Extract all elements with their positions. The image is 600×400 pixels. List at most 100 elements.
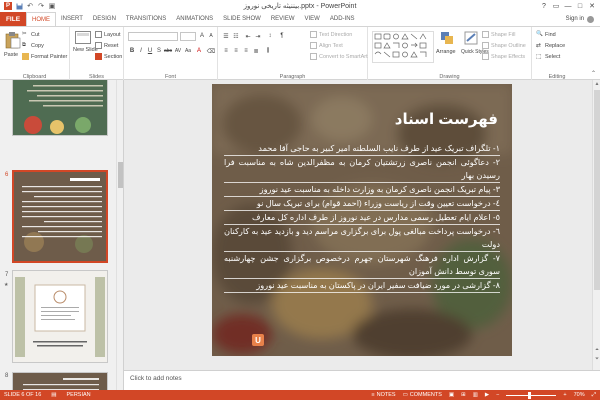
help-icon[interactable]: ? (538, 0, 550, 12)
shape-effects-button[interactable]: Shape Effects (482, 53, 525, 60)
new-slide-icon[interactable] (75, 31, 91, 47)
slide-thumbnail[interactable] (12, 80, 108, 136)
align-left-icon[interactable]: ≡ (222, 47, 230, 55)
slide-thumbnail[interactable] (12, 270, 108, 363)
tab-animations[interactable]: ANIMATIONS (171, 12, 218, 26)
paste-icon[interactable] (5, 31, 21, 49)
section-button[interactable]: Section (95, 53, 122, 60)
zoom-out-icon[interactable]: − (496, 392, 499, 398)
arrange-icon[interactable] (440, 31, 456, 47)
fit-slide-icon[interactable]: ⤢ (592, 392, 596, 399)
shapes-gallery[interactable] (372, 31, 434, 63)
thumbnail-scroll-thumb[interactable] (118, 162, 123, 188)
find-button[interactable]: 🔍 Find (536, 31, 556, 38)
select-button[interactable]: ⬚ Select (536, 53, 560, 61)
spellcheck-icon[interactable]: ▤ (51, 392, 56, 398)
slide-list-item: ٥- اعلام ایام تعطیل رسمی مدارس در عید نو… (224, 211, 500, 225)
tab-transitions[interactable]: TRANSITIONS (121, 12, 171, 26)
text-direction-button[interactable]: Text Direction (310, 31, 352, 38)
change-case-button[interactable]: Aa (184, 47, 192, 55)
slide-sorter-icon[interactable]: ⊞ (461, 392, 466, 398)
convert-smartart-button[interactable]: Convert to SmartArt (310, 53, 368, 60)
rtl-icon[interactable]: ¶ (278, 32, 286, 40)
slideshow-icon[interactable]: ▶ (485, 392, 489, 398)
shape-fill-button[interactable]: Shape Fill (482, 31, 515, 38)
shrink-font-icon[interactable]: A (207, 32, 215, 40)
paste-button[interactable]: Paste (4, 52, 18, 58)
slide-number: 8 (5, 373, 9, 379)
ribbon-display-icon[interactable]: ▭ (550, 0, 562, 12)
bold-button[interactable]: B (128, 47, 136, 55)
clear-formatting-icon[interactable]: ⌫ (207, 47, 215, 55)
font-color-button[interactable]: A (195, 47, 203, 55)
grow-font-icon[interactable]: A (198, 32, 206, 40)
slide-thumbnail[interactable] (12, 372, 108, 390)
slide-thumbnail-active[interactable] (12, 170, 108, 263)
tab-slide-show[interactable]: SLIDE SHOW (218, 12, 266, 26)
copy-button[interactable]: ⧉ Copy (22, 42, 44, 49)
zoom-slider-knob[interactable] (528, 391, 532, 399)
next-slide-icon[interactable]: ⏷ (593, 355, 600, 363)
slide-content-list[interactable]: ۱- تلگراف تبریک عید از طرف نایب السلطنه … (224, 142, 500, 293)
align-text-button[interactable]: Align Text (310, 42, 343, 49)
comments-toggle[interactable]: ▭ COMMENTS (403, 392, 442, 398)
tab-insert[interactable]: INSERT (56, 12, 88, 26)
collapse-ribbon-icon[interactable]: ⌃ (591, 70, 596, 77)
line-spacing-icon[interactable]: ↕ (266, 32, 274, 40)
copy-label: Copy (31, 42, 44, 49)
thumbnail-scrollbar[interactable] (116, 80, 123, 390)
shape-effects-icon (482, 53, 489, 60)
strikethrough-button[interactable]: abc (164, 47, 172, 55)
arrange-button[interactable]: Arrange (436, 49, 456, 55)
tab-file[interactable]: FILE (0, 12, 26, 26)
tab-view[interactable]: VIEW (300, 12, 325, 26)
previous-slide-icon[interactable]: ⏶ (593, 346, 600, 354)
normal-view-icon[interactable]: ▣ (449, 392, 454, 398)
convert-smartart-label: Convert to SmartArt (319, 53, 368, 60)
quick-styles-icon[interactable] (464, 31, 480, 47)
layout-button[interactable]: Layout (95, 31, 121, 38)
zoom-slider[interactable] (506, 391, 557, 399)
cut-button[interactable]: ✂ Cut (22, 31, 40, 38)
tab-design[interactable]: DESIGN (88, 12, 121, 26)
slide-scroll-thumb[interactable] (594, 90, 600, 290)
decrease-indent-icon[interactable]: ⇤ (244, 32, 252, 40)
bullets-icon[interactable]: ☰ (222, 32, 230, 40)
sign-in[interactable]: Sign in (566, 12, 594, 26)
scroll-up-icon[interactable]: ▲ (593, 80, 600, 88)
notes-toggle[interactable]: ≡ NOTES (371, 392, 395, 398)
slide-title[interactable]: فهرست اسناد (395, 110, 498, 128)
italic-button[interactable]: I (137, 47, 145, 55)
reset-button[interactable]: Reset (95, 42, 118, 49)
character-spacing-button[interactable]: AV (174, 47, 182, 55)
numbering-icon[interactable]: ☷ (232, 32, 240, 40)
shadow-button[interactable]: S (155, 47, 163, 55)
zoom-in-icon[interactable]: + (563, 392, 566, 398)
replace-button[interactable]: ⇄ Replace (536, 42, 565, 50)
columns-icon[interactable]: ⫼ (264, 47, 272, 55)
notes-pane[interactable]: Click to add notes (124, 370, 600, 390)
increase-indent-icon[interactable]: ⇥ (254, 32, 262, 40)
justify-icon[interactable]: ≣ (252, 47, 260, 55)
maximize-button[interactable]: □ (574, 0, 586, 12)
window-controls: ? ▭ — □ ✕ (538, 0, 598, 12)
font-size-field[interactable] (180, 32, 196, 41)
tab-add-ins[interactable]: ADD-INS (325, 12, 360, 26)
reading-view-icon[interactable]: ▥ (473, 392, 478, 398)
minimize-button[interactable]: — (562, 0, 574, 12)
font-name-field[interactable] (128, 32, 178, 41)
zoom-level[interactable]: 70% (574, 392, 585, 398)
ribbon-tabs: FILE HOME INSERT DESIGN TRANSITIONS ANIM… (0, 12, 600, 26)
close-button[interactable]: ✕ (586, 0, 598, 12)
current-slide[interactable]: فهرست اسناد ۱- تلگراف تبریک عید از طرف ن… (212, 84, 512, 356)
language-indicator[interactable]: PERSIAN (67, 392, 91, 398)
shape-fill-label: Shape Fill (491, 31, 516, 38)
align-center-icon[interactable]: ≡ (232, 47, 240, 55)
tab-home[interactable]: HOME (26, 12, 56, 26)
slide-scrollbar[interactable]: ▲ ⏶ ⏷ (592, 80, 600, 370)
format-painter-button[interactable]: Format Painter (22, 53, 67, 60)
shape-outline-button[interactable]: Shape Outline (482, 42, 526, 49)
align-right-icon[interactable]: ≡ (242, 47, 250, 55)
underline-button[interactable]: U (146, 47, 154, 55)
tab-review[interactable]: REVIEW (266, 12, 300, 26)
